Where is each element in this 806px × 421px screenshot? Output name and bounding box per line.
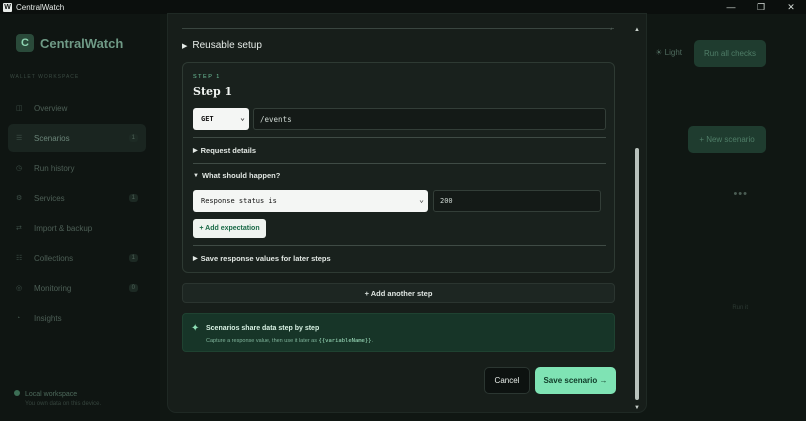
info-callout: ✦ Scenarios share data step by step Capt… (182, 313, 615, 352)
scrollbar-thumb[interactable] (635, 148, 639, 400)
method-select[interactable]: GET ⌄ (193, 108, 249, 130)
minimize-icon[interactable]: — (716, 0, 746, 14)
sidebar: C CentralWatch WALLET WORKSPACE ◫ Overvie… (0, 14, 160, 421)
sidebar-item-label: Overview (34, 103, 68, 113)
divider (182, 28, 614, 29)
app-window: W CentralWatch — ❐ ✕ C CentralWatch WALL… (0, 0, 806, 421)
transfer-icon: ⇄ (16, 225, 22, 232)
assertion-type-value: Response status is (201, 197, 277, 205)
step-title: Step 1 (193, 85, 233, 98)
count-badge: 1 (128, 194, 138, 202)
sidebar-item-label: Run history (34, 163, 75, 173)
count-badge: 0 (128, 284, 138, 292)
save-response-label: Save response values for later steps (200, 254, 331, 263)
variable-code: {{variableName}} (318, 338, 372, 344)
scenario-editor-modal: ⌟ ▶ Reusable setup STEP 1 Step 1 GET ⌄ /… (168, 14, 646, 412)
close-icon[interactable]: ✕ (776, 0, 806, 14)
local-workspace-title: Local workspace (25, 391, 78, 398)
sidebar-item[interactable]: ◎ Monitoring 0 (8, 274, 146, 302)
reusable-setup-toggle[interactable]: ▶ Reusable setup (182, 40, 262, 51)
sidebar-item[interactable]: ◷ Run history (8, 154, 146, 182)
save-response-toggle[interactable]: ▶ Save response values for later steps (193, 254, 331, 263)
assertion-type-select[interactable]: Response status is ⌄ (193, 190, 428, 212)
add-step-button[interactable]: + Add another step (182, 283, 615, 303)
path-input[interactable]: /events (253, 108, 606, 130)
maximize-icon[interactable]: ❐ (746, 0, 776, 14)
run-all-checks-button[interactable]: Run all checks (694, 40, 766, 67)
local-workspace[interactable]: Local workspace You own data on this dev… (14, 390, 101, 407)
app-icon: W (3, 2, 12, 12)
method-value: GET (201, 115, 214, 123)
sidebar-item-label: Import & backup (34, 223, 93, 233)
step-kicker: STEP 1 (193, 74, 221, 80)
grid-icon: ◫ (16, 105, 23, 112)
caret-right-icon: ▶ (193, 256, 198, 262)
scroll-up-icon[interactable]: ▲ (634, 27, 640, 33)
divider (193, 137, 606, 138)
sidebar-item-label: Monitoring (34, 283, 72, 293)
stack-icon: ☷ (16, 255, 23, 262)
info-title: Scenarios share data step by step (206, 325, 320, 332)
pulse-icon: ◎ (16, 285, 23, 292)
brand-name: CentralWatch (40, 35, 124, 51)
request-details-label: Request details (200, 146, 257, 155)
count-badge: 1 (128, 134, 138, 142)
chart-icon: ◔ (16, 314, 21, 322)
more-icon[interactable]: ••• (733, 188, 748, 200)
info-text: Capture a response value, then use it la… (206, 338, 374, 344)
sidebar-item[interactable]: ⇄ Import & backup (8, 214, 146, 242)
reusable-setup-label: Reusable setup (192, 40, 262, 51)
add-expectation-button[interactable]: + Add expectation (193, 219, 266, 238)
sidebar-item[interactable]: ☰ Scenarios 1 (8, 124, 146, 152)
window-title: CentralWatch (16, 2, 65, 12)
workspace-label: WALLET WORKSPACE (10, 74, 80, 80)
background-run-link[interactable]: Run it (732, 305, 748, 311)
modal-scrollbar[interactable]: ▲ ▼ (632, 27, 642, 411)
brand: C CentralWatch (16, 34, 123, 52)
count-badge: 1 (128, 254, 138, 262)
request-details-toggle[interactable]: ▶ Request details (193, 146, 256, 155)
new-scenario-button[interactable]: + New scenario (688, 126, 766, 153)
gear-icon: ⚙ (16, 195, 23, 202)
assertion-value-input[interactable]: 200 (433, 190, 601, 212)
step-card: STEP 1 Step 1 GET ⌄ /events ▶ Request de… (182, 62, 615, 273)
caret-right-icon: ▶ (182, 42, 188, 50)
chevron-down-icon: ⌄ (419, 195, 424, 204)
local-workspace-subtitle: You own data on this device. (25, 401, 102, 407)
clock-icon: ◷ (16, 165, 23, 172)
theme-toggle[interactable]: ☀ Light (655, 48, 682, 57)
sidebar-item-label: Collections (34, 253, 74, 263)
sidebar-nav: ◫ Overview ☰ Scenarios 1 ◷ Run history ⚙ Service… (8, 94, 146, 334)
divider (193, 163, 606, 164)
caret-right-icon: ▶ (193, 148, 198, 154)
list-icon: ☰ (16, 135, 23, 142)
what-should-happen-toggle[interactable]: ▼ What should happen? (193, 171, 280, 180)
sidebar-item[interactable]: ◔ Insights (8, 304, 146, 332)
what-should-happen-label: What should happen? (201, 171, 281, 180)
sidebar-item-label: Insights (34, 313, 62, 323)
status-dot-icon (14, 390, 20, 396)
sidebar-item-label: Services (34, 193, 65, 203)
save-scenario-button[interactable]: Save scenario → (535, 367, 616, 394)
caret-down-icon: ▼ (193, 172, 199, 179)
sidebar-item[interactable]: ◫ Overview (8, 94, 146, 122)
window-controls: — ❐ ✕ (716, 0, 806, 14)
resize-handle-icon[interactable]: ⌟ (610, 25, 612, 31)
cancel-button[interactable]: Cancel (484, 367, 530, 394)
sidebar-item[interactable]: ☷ Collections 1 (8, 244, 146, 272)
title-bar: W CentralWatch — ❐ ✕ (0, 0, 806, 14)
brand-logo-icon: C (16, 34, 34, 52)
divider (193, 245, 606, 246)
sidebar-item-label: Scenarios (34, 133, 70, 143)
chevron-down-icon: ⌄ (240, 113, 245, 122)
sidebar-item[interactable]: ⚙ Services 1 (8, 184, 146, 212)
scroll-down-icon[interactable]: ▼ (634, 405, 640, 411)
sparkle-icon: ✦ (191, 323, 200, 334)
